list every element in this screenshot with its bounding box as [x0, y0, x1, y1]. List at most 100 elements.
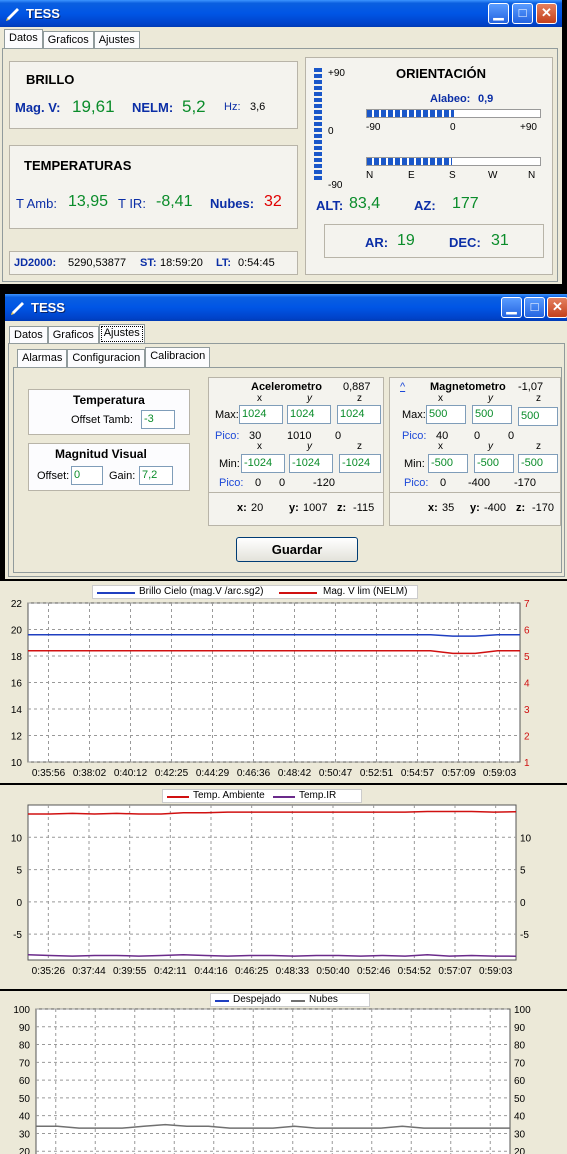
subtab-alarmas[interactable]: Alarmas	[17, 349, 68, 367]
x-tick-label: 0:52:46	[357, 966, 391, 977]
x-tick-label: 0:35:26	[32, 966, 66, 977]
y-tick-label: 22	[11, 599, 23, 610]
mag-min-label: Min:	[404, 458, 425, 470]
x-tick-label: 0:44:16	[194, 966, 228, 977]
subtab-calibracion[interactable]: Calibracion	[145, 347, 211, 367]
mag-axis-z: z	[536, 393, 541, 404]
tilt-segment	[314, 146, 322, 150]
acc-pico-min-y: 0	[279, 477, 286, 489]
tamb-value: 13,95	[68, 193, 109, 210]
y-tick-label: 30	[19, 1129, 31, 1140]
az-label: AZ:	[414, 198, 436, 213]
az-value: 177	[452, 195, 479, 212]
roll-bar	[366, 109, 541, 118]
main-tabs: Datos Graficos Ajustes	[4, 29, 140, 49]
acc-max-z-input[interactable]: 1024	[337, 405, 381, 424]
y2-tick-label: 0	[520, 898, 526, 909]
sub-tabs: Alarmas Configuracion Calibracion	[17, 347, 211, 367]
y2-tick-label: 10	[520, 833, 532, 844]
title-bar-2[interactable]: TESS ▁ □ ✕	[5, 294, 567, 321]
mag-pico-max-z: 0	[508, 430, 515, 442]
roll-fill	[367, 110, 454, 117]
offset-input[interactable]: 0	[71, 466, 103, 485]
roll-scale-min: -90	[366, 122, 381, 133]
x-tick-label: 0:38:02	[73, 768, 107, 779]
x-tick-label: 0:39:55	[113, 966, 147, 977]
magnetometro-reading: -1,07	[518, 381, 544, 393]
mag-min-z-input[interactable]: -500	[518, 454, 558, 473]
minimize-button-2[interactable]: ▁	[501, 297, 522, 318]
y2-tick-label: -5	[520, 930, 529, 941]
magnitud-visual-group: Magnitud Visual Offset: 0 Gain: 7,2	[28, 443, 190, 491]
tilt-segment	[314, 170, 322, 174]
brillo-group: BRILLO Mag. V: 19,61 NELM: 5,2 Hz: 3,6	[9, 61, 298, 129]
window-title: TESS	[26, 6, 60, 21]
nubes-label: Nubes:	[210, 196, 255, 211]
mag-pico-label: Pico:	[402, 430, 427, 442]
acc-cur-y: 1007	[303, 502, 328, 514]
offset-label: Offset:	[37, 470, 70, 482]
subtab-configuracion[interactable]: Configuracion	[67, 349, 146, 367]
nubes-value: 32	[264, 193, 282, 210]
acc-cur-x-label: x:	[237, 502, 247, 514]
x-tick-label: 0:57:07	[438, 966, 472, 977]
tab-graficos[interactable]: Graficos	[42, 31, 94, 49]
orientacion-title: ORIENTACIÓN	[396, 66, 487, 81]
tilt-segment	[314, 140, 322, 144]
st-value: 18:59:20	[160, 257, 203, 269]
mag-min-y-input[interactable]: -500	[474, 454, 514, 473]
guardar-button[interactable]: Guardar	[236, 537, 358, 562]
acc-max-y-input[interactable]: 1024	[287, 405, 331, 424]
x-tick-label: 0:40:12	[114, 768, 148, 779]
mag-max-z-input[interactable]: 500	[518, 407, 558, 426]
minimize-button[interactable]: ▁	[488, 3, 509, 24]
mag-pico-min-x: 0	[440, 477, 447, 489]
close-button-2[interactable]: ✕	[547, 297, 567, 318]
acc-min-x-input[interactable]: -1024	[241, 454, 285, 473]
mag-pico-min-z: -170	[514, 477, 537, 489]
nubes-chart: Despejado Nubes 20 30 40 50 60 70 80 90 100 20 30 4…	[0, 991, 567, 1154]
mag-max-x-input[interactable]: 500	[426, 405, 466, 424]
y-tick-label: 70	[19, 1058, 31, 1069]
hz-value: 3,6	[250, 101, 266, 113]
acelerometro-reading: 0,887	[343, 381, 371, 393]
tilt-segment	[314, 158, 322, 162]
maximize-button[interactable]: □	[512, 3, 533, 24]
magnetometro-title: Magnetometro	[430, 381, 506, 393]
tab-graficos-2[interactable]: Graficos	[47, 326, 99, 344]
y2-tick-label: 3	[524, 705, 530, 716]
gain-input[interactable]: 7,2	[139, 466, 173, 485]
acc-axis-x-2: x	[257, 441, 262, 452]
mag-cur-z: -170	[532, 502, 555, 514]
tilt-segment	[314, 92, 322, 96]
mag-axis-x-2: x	[438, 441, 443, 452]
mag-max-y-input[interactable]: 500	[472, 405, 512, 424]
tilt-segment	[314, 164, 322, 168]
tab-ajustes-2[interactable]: Ajustes	[98, 324, 145, 344]
acc-axis-z-2: z	[357, 441, 362, 452]
tab-datos-2[interactable]: Datos	[9, 326, 48, 344]
mag-min-x-input[interactable]: -500	[428, 454, 468, 473]
magnetometro-caret-button[interactable]: ^	[400, 381, 405, 393]
title-bar[interactable]: TESS ▁ □ ✕	[0, 0, 562, 27]
y2-tick-label: 1	[524, 758, 530, 769]
mag-v-label: Mag. V:	[15, 100, 61, 115]
y-tick-label: 80	[19, 1041, 31, 1052]
tab-ajustes[interactable]: Ajustes	[93, 31, 140, 49]
close-button[interactable]: ✕	[536, 3, 557, 24]
mag-cur-x: 35	[442, 502, 455, 514]
tab-datos[interactable]: Datos	[4, 29, 43, 49]
acc-pico-min-z: -120	[313, 477, 336, 489]
acc-max-x-input[interactable]: 1024	[239, 405, 283, 424]
datos-panel: BRILLO Mag. V: 19,61 NELM: 5,2 Hz: 3,6 T…	[2, 48, 558, 282]
calibracion-panel: Temperatura Offset Tamb: -3 Magnitud Vis…	[13, 367, 562, 573]
compass-w: W	[488, 170, 498, 181]
nelm-label: NELM:	[132, 100, 174, 115]
acc-cur-y-label: y:	[289, 502, 299, 514]
offset-tamb-input[interactable]: -3	[141, 410, 175, 429]
acc-min-z-input[interactable]: -1024	[339, 454, 381, 473]
y-tick-label: 20	[11, 626, 23, 637]
acc-min-y-input[interactable]: -1024	[289, 454, 333, 473]
maximize-button-2[interactable]: □	[524, 297, 545, 318]
offset-tamb-label: Offset Tamb:	[71, 414, 133, 426]
